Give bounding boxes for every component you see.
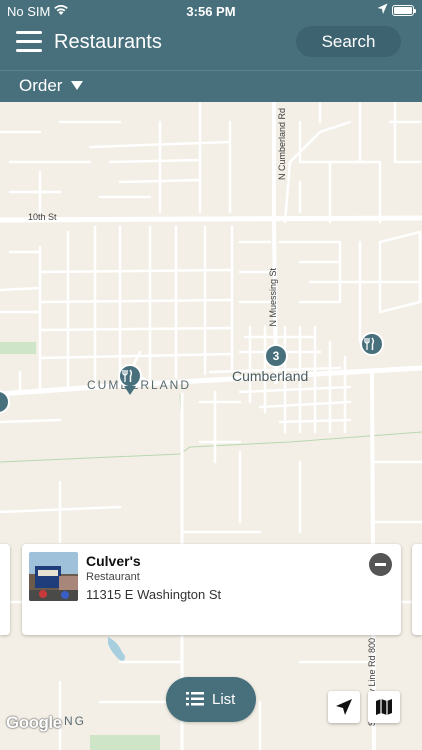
map-roads xyxy=(0,102,422,750)
map-mode-button[interactable] xyxy=(368,691,400,723)
order-bar: Order xyxy=(0,70,422,102)
fork-knife-icon xyxy=(122,369,133,382)
minus-circle-icon[interactable] xyxy=(369,553,392,576)
restaurant-pin-east[interactable] xyxy=(360,332,384,356)
cluster-pin[interactable]: 3 xyxy=(264,344,288,368)
location-arrow-icon xyxy=(336,699,352,715)
search-button[interactable]: Search xyxy=(296,26,401,57)
hamburger-icon[interactable] xyxy=(16,31,42,53)
page-title: Restaurants xyxy=(54,31,162,53)
caret-down-icon[interactable] xyxy=(71,81,83,90)
list-button[interactable]: List xyxy=(166,677,256,722)
restaurant-type: Restaurant xyxy=(86,571,140,583)
list-icon xyxy=(186,692,204,706)
order-dropdown[interactable]: Order xyxy=(19,76,62,96)
list-button-label: List xyxy=(212,691,236,708)
next-card-peek[interactable] xyxy=(412,544,422,635)
battery-icon xyxy=(392,5,416,16)
current-location-button[interactable] xyxy=(328,691,360,723)
google-attribution: Google xyxy=(6,713,62,732)
restaurant-card[interactable]: Culver's Restaurant 11315 E Washington S… xyxy=(22,544,401,635)
restaurant-pin-tail xyxy=(124,386,136,395)
restaurant-pin[interactable] xyxy=(118,364,142,388)
road-label-n-muessing-st: N Muessing St xyxy=(268,268,278,327)
map-icon xyxy=(376,699,392,715)
restaurant-thumbnail xyxy=(29,552,78,601)
road-label-n-cumberland-rd: N Cumberland Rd xyxy=(277,108,287,181)
road-label-10th-st: 10th St xyxy=(28,212,57,222)
map-view[interactable]: 10th St N Cumberland Rd N Muessing St S … xyxy=(0,102,422,750)
status-bar: No SIM 3:56 PM xyxy=(0,0,422,22)
location-services-icon xyxy=(377,3,388,14)
previous-card-peek[interactable] xyxy=(0,544,10,635)
place-label-fragment: NG xyxy=(64,714,86,728)
restaurant-address: 11315 E Washington St xyxy=(86,587,222,602)
place-label-cumberland: Cumberland xyxy=(232,368,309,384)
restaurant-name: Culver's xyxy=(86,553,141,569)
navigation-bar: Restaurants Search xyxy=(0,22,422,70)
status-time: 3:56 PM xyxy=(186,4,236,19)
fork-knife-icon xyxy=(364,337,375,350)
